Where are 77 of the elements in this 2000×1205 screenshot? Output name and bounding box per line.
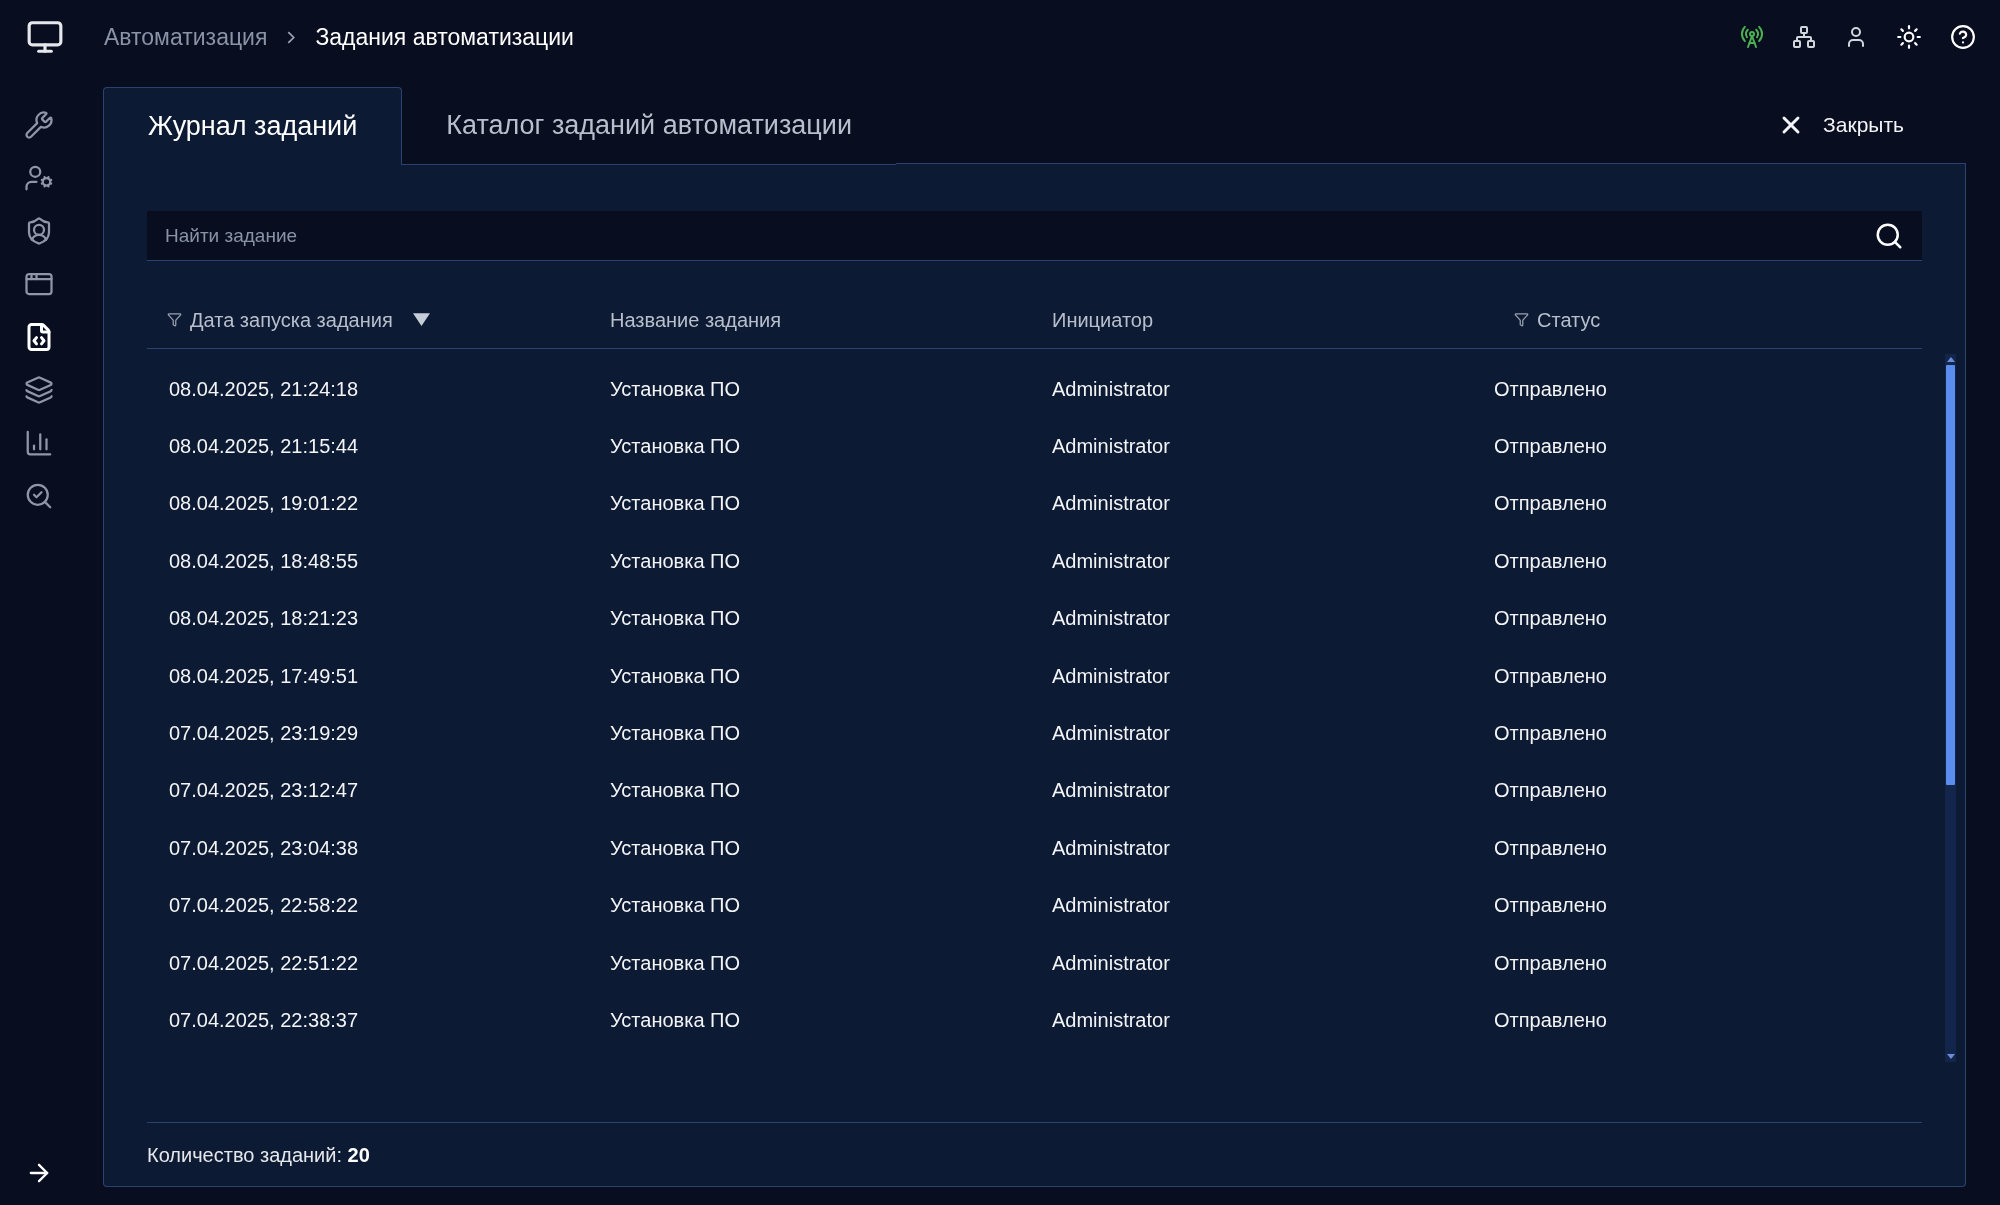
table-cell: Установка ПО <box>610 836 741 859</box>
tools-icon[interactable] <box>24 110 54 140</box>
layers-icon[interactable] <box>24 375 54 405</box>
table-cell: Administrator <box>1052 492 1170 515</box>
scrollbar-thumb[interactable] <box>1946 365 1955 785</box>
table-cell: Отправлено <box>1494 1009 1607 1031</box>
table-cell: 07.04.2025, 22:51:22 <box>169 951 359 974</box>
table-cell: Установка ПО <box>610 951 741 974</box>
user-settings-icon[interactable] <box>24 163 54 193</box>
table-cell: Отправлено <box>1494 607 1607 630</box>
table-cell: Установка ПО <box>610 894 741 917</box>
table-cell: Отправлено <box>1494 894 1607 917</box>
table-cell: Administrator <box>1052 951 1170 974</box>
table-cell: Отправлено <box>1494 492 1607 515</box>
table-cell: Установка ПО <box>610 664 741 687</box>
table-cell: 08.04.2025, 17:49:51 <box>169 664 359 687</box>
search-icon[interactable] <box>24 481 54 511</box>
table-cell: Установка ПО <box>610 492 741 515</box>
table-cell: Administrator <box>1052 1009 1170 1031</box>
table-cell: 07.04.2025, 22:38:37 <box>169 1009 359 1031</box>
table-cell: Administrator <box>1052 779 1170 802</box>
table-cell: Отправлено <box>1494 664 1607 687</box>
table-cell: 08.04.2025, 21:24:18 <box>169 377 359 400</box>
table-cell: 08.04.2025, 19:01:22 <box>169 492 359 515</box>
table-cell: Administrator <box>1052 435 1170 458</box>
tab[interactable]: Журнал заданий <box>103 87 403 165</box>
table-cell: Установка ПО <box>610 549 741 572</box>
table-cell: 07.04.2025, 22:58:22 <box>169 894 359 917</box>
table-cell: Отправлено <box>1494 549 1607 572</box>
table-cell: Установка ПО <box>610 1009 741 1031</box>
table-cell: 08.04.2025, 18:21:23 <box>169 607 359 630</box>
table-cell: 08.04.2025, 21:15:44 <box>169 435 359 458</box>
scroll-up-icon[interactable] <box>1946 357 1955 362</box>
table-cell: Установка ПО <box>610 435 741 458</box>
table-cell: 07.04.2025, 23:19:29 <box>169 722 359 745</box>
table-cell: Administrator <box>1052 664 1170 687</box>
table-cell: 07.04.2025, 23:12:47 <box>169 779 359 802</box>
table-cell: Установка ПО <box>610 779 741 802</box>
table-cell: Установка ПО <box>610 377 741 400</box>
table-cell: Отправлено <box>1494 722 1607 745</box>
table-cell: Отправлено <box>1494 435 1607 458</box>
table-cell: Отправлено <box>1494 836 1607 859</box>
column-header[interactable]: Инициатор <box>1052 304 1154 335</box>
table-cell: Отправлено <box>1494 951 1607 974</box>
chevron-right-icon <box>287 30 296 44</box>
table-cell: 07.04.2025, 23:04:38 <box>169 836 359 859</box>
table-cell: Отправлено <box>1494 377 1607 400</box>
network-icon[interactable] <box>1792 25 1816 49</box>
column-header[interactable]: Статус <box>1537 304 1601 335</box>
table-cell: Administrator <box>1052 836 1170 859</box>
monitor-logo-icon <box>26 18 64 56</box>
table-cell: 08.04.2025, 18:48:55 <box>169 549 359 572</box>
table-cell: Administrator <box>1052 722 1170 745</box>
table-cell: Administrator <box>1052 607 1170 630</box>
scrollbar[interactable] <box>1945 354 1956 1062</box>
search-field[interactable]: Найти задание <box>147 211 1922 261</box>
sort-down-icon[interactable] <box>412 313 430 326</box>
column-header[interactable]: Дата запуска задания <box>190 304 393 335</box>
breadcrumb-item[interactable]: Автоматизация <box>104 19 268 55</box>
bar-chart-icon[interactable] <box>24 428 54 458</box>
table-cell: Administrator <box>1052 377 1170 400</box>
search-icon[interactable] <box>1874 221 1904 251</box>
close-button[interactable]: Закрыть <box>1777 108 1904 141</box>
task-count-label: Количество заданий: 20 <box>147 1142 370 1168</box>
table-cell: Установка ПО <box>610 607 741 630</box>
sun-icon[interactable] <box>1896 24 1922 50</box>
antenna-icon[interactable] <box>1740 25 1764 49</box>
filter-icon[interactable] <box>1514 312 1529 327</box>
table-cell: Administrator <box>1052 549 1170 572</box>
table-cell: Установка ПО <box>610 722 741 745</box>
breadcrumb-item: Задания автоматизации <box>315 22 574 52</box>
help-icon[interactable] <box>1950 24 1976 50</box>
column-header[interactable]: Название задания <box>610 304 782 335</box>
filter-icon[interactable] <box>167 312 182 327</box>
table-cell: Administrator <box>1052 894 1170 917</box>
table-cell: Отправлено <box>1494 779 1607 802</box>
scroll-down-icon[interactable] <box>1946 1054 1955 1059</box>
